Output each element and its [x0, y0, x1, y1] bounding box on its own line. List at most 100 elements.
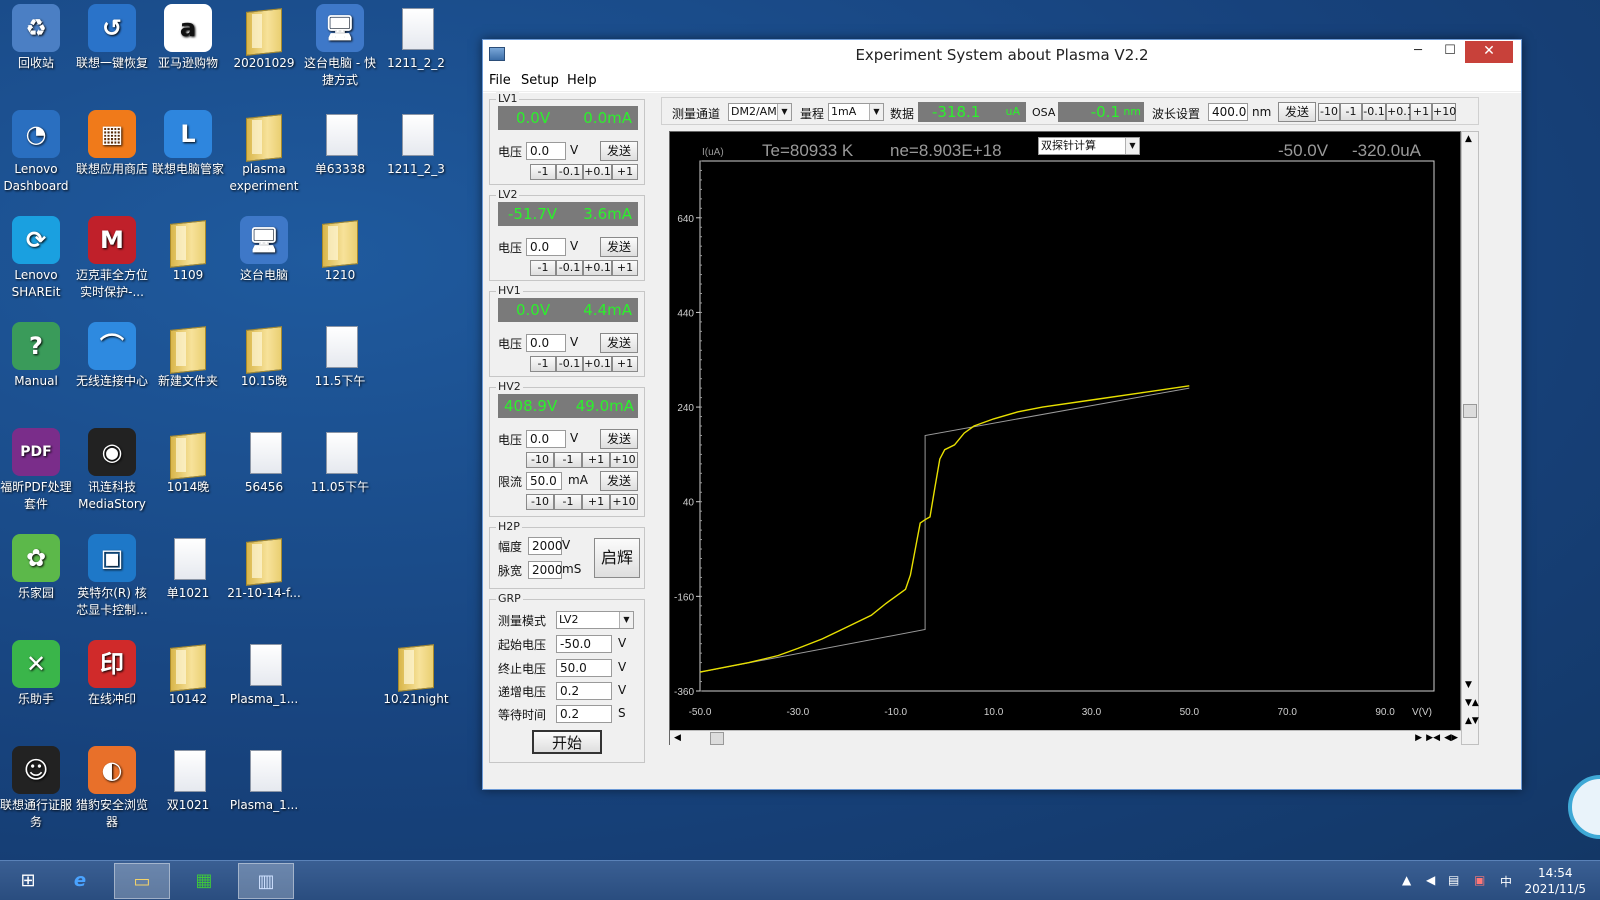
wl-step-minus01[interactable]: -0.1 [1362, 103, 1386, 121]
hv2-limit-step-plus1[interactable]: +1 [582, 494, 610, 510]
hv2-limit-step-plus10[interactable]: +10 [610, 494, 638, 510]
desktop-icon[interactable]: M 迈克菲全方位实时保护-... [74, 216, 150, 301]
start-scan-button[interactable]: 开始 [532, 730, 602, 754]
maximize-button[interactable]: ☐ [1435, 41, 1465, 63]
internet-explorer-icon[interactable]: e [52, 863, 108, 899]
desktop-icon[interactable]: ✕ 乐助手 [0, 640, 74, 708]
zoom-in-icon[interactable]: ▶◀ [1426, 733, 1440, 743]
scroll-up-icon[interactable]: ▲ [1465, 134, 1472, 144]
range-select[interactable]: 1mA ▼ [828, 103, 884, 121]
scroll-right-icon[interactable]: ▶ [1415, 733, 1422, 743]
desktop-icon[interactable]: 1211_2_3 [378, 110, 454, 178]
channel-select[interactable]: DM2/AM ▼ [728, 103, 792, 121]
title-bar[interactable]: Experiment System about Plasma V2.2 ─ ☐ … [483, 40, 1521, 70]
lv2-step-minus01[interactable]: -0.1 [556, 260, 583, 276]
desktop-icon[interactable]: 单1021 [150, 534, 226, 602]
wl-step-minus10[interactable]: -10 [1318, 103, 1340, 121]
wl-step-plus01[interactable]: +0.1 [1386, 103, 1414, 121]
hv2-step-minus10[interactable]: -10 [526, 452, 554, 468]
lv1-step-plus01[interactable]: +0.1 [583, 164, 612, 180]
lv2-step-minus1[interactable]: -1 [530, 260, 556, 276]
lv1-send-button[interactable]: 发送 [600, 141, 638, 161]
ignite-button[interactable]: 启辉 [594, 538, 640, 578]
desktop-icon[interactable]: 1014晚 [150, 428, 226, 496]
desktop-icon[interactable]: 10.15晚 [226, 322, 302, 390]
desktop-icon[interactable]: L 联想电脑管家 [150, 110, 226, 178]
desktop-icon[interactable]: ↺ 联想一键恢复 [74, 4, 150, 72]
hv2-limit-send-button[interactable]: 发送 [600, 471, 638, 491]
store-icon[interactable]: ▦ [176, 863, 232, 899]
security-icon[interactable]: ▣ [1474, 873, 1485, 887]
horizontal-scrollbar[interactable]: ◀ ▶ ▶◀ ◀▶ [670, 730, 1462, 746]
desktop-icon[interactable]: Plasma_1... [226, 746, 302, 814]
wl-step-plus10[interactable]: +10 [1432, 103, 1456, 121]
desktop-icon[interactable]: 🖥 这台电脑 [226, 216, 302, 284]
desktop-icon[interactable]: plasma experiment [226, 110, 302, 195]
vscroll-thumb[interactable] [1463, 404, 1477, 418]
desktop-icon[interactable]: Plasma_1... [226, 640, 302, 708]
desktop-icon[interactable]: 21-10-14-f... [226, 534, 302, 602]
vertical-scrollbar[interactable]: ▲ ▼ ▼▲ ▲▼ [1461, 131, 1479, 745]
lv2-voltage-input[interactable]: 0.0 [526, 238, 566, 256]
plasma-app-taskbar-icon[interactable]: ▥ [238, 863, 294, 899]
lv1-step-minus01[interactable]: -0.1 [556, 164, 583, 180]
lv2-send-button[interactable]: 发送 [600, 237, 638, 257]
windows-start-icon[interactable]: ⊞ [0, 863, 56, 899]
hv1-step-minus1[interactable]: -1 [530, 356, 556, 372]
desktop-icon[interactable]: 1211_2_2 [378, 4, 454, 72]
desktop-icon[interactable]: ◐ 猎豹安全浏览器 [74, 746, 150, 831]
hv1-send-button[interactable]: 发送 [600, 333, 638, 353]
input-method-indicator[interactable]: 中 [1500, 873, 1512, 890]
desktop-icon[interactable]: 20201029 [226, 4, 302, 72]
desktop-icon[interactable]: ▦ 联想应用商店 [74, 110, 150, 178]
desktop-icon[interactable]: ⟳ Lenovo SHAREit [0, 216, 74, 301]
desktop-icon[interactable]: 11.05下午 [302, 428, 378, 496]
measure-mode-select[interactable]: LV2 ▼ [556, 611, 634, 629]
desktop-icon[interactable]: 11.5下午 [302, 322, 378, 390]
desktop-icon[interactable]: ▣ 英特尔(R) 核芯显卡控制... [74, 534, 150, 619]
desktop-icon[interactable]: ✿ 乐家园 [0, 534, 74, 602]
lv2-step-plus01[interactable]: +0.1 [583, 260, 612, 276]
menu-setup[interactable]: Setup [521, 73, 559, 88]
hv1-step-plus01[interactable]: +0.1 [583, 356, 612, 372]
close-button[interactable]: ✕ [1465, 41, 1513, 63]
start-voltage-input[interactable]: -50.0 [556, 635, 612, 653]
lv1-step-plus1[interactable]: +1 [612, 164, 638, 180]
wavelength-send-button[interactable]: 发送 [1278, 102, 1316, 122]
desktop-icon[interactable]: ♻ 回收站 [0, 4, 74, 72]
desktop-icon[interactable]: ⌒ 无线连接中心 [74, 322, 150, 390]
desktop-icon[interactable]: PDF 福昕PDF处理套件 [0, 428, 74, 513]
lv1-step-minus1[interactable]: -1 [530, 164, 556, 180]
desktop-icon[interactable]: 双1021 [150, 746, 226, 814]
volume-icon[interactable]: ◀ [1426, 873, 1435, 887]
desktop-icon[interactable]: ◔ Lenovo Dashboard [0, 110, 74, 195]
desktop-icon[interactable]: ☺ 联想通行证服务 [0, 746, 74, 831]
wavelength-input[interactable]: 400.0 [1208, 103, 1248, 121]
lv1-voltage-input[interactable]: 0.0 [526, 142, 566, 160]
scroll-thumb[interactable] [710, 732, 724, 745]
menu-file[interactable]: File [489, 73, 511, 88]
h2p-width-input[interactable]: 2000 [528, 561, 563, 579]
hv2-step-minus1[interactable]: -1 [554, 452, 582, 468]
desktop-icon[interactable]: 印在线冲印 [74, 640, 150, 708]
wait-time-input[interactable]: 0.2 [556, 705, 612, 723]
lv2-step-plus1[interactable]: +1 [612, 260, 638, 276]
desktop-icon[interactable]: 单63338 [302, 110, 378, 178]
file-explorer-icon[interactable]: ▭ [114, 863, 170, 899]
minimize-button[interactable]: ─ [1403, 41, 1433, 63]
desktop-icon[interactable]: 10.21night [378, 640, 454, 708]
hv2-voltage-input[interactable]: 0.0 [526, 430, 566, 448]
desktop-icon[interactable]: 🖥 这台电脑 - 快捷方式 [302, 4, 378, 89]
hv2-limit-input[interactable]: 50.0 [526, 472, 562, 490]
zoom-y-out-icon[interactable]: ▲▼ [1465, 716, 1479, 726]
clock[interactable]: 14:54 2021/11/5 [1524, 865, 1586, 897]
desktop-icon[interactable]: ◉ 讯连科技 MediaStory [74, 428, 150, 513]
scroll-left-icon[interactable]: ◀ [674, 733, 681, 743]
step-voltage-input[interactable]: 0.2 [556, 682, 612, 700]
zoom-out-icon[interactable]: ◀▶ [1444, 733, 1458, 743]
end-voltage-input[interactable]: 50.0 [556, 659, 612, 677]
menu-help[interactable]: Help [567, 73, 597, 88]
hv2-step-plus1[interactable]: +1 [582, 452, 610, 468]
calc-method-select[interactable]: 双探针计算 ▼ [1038, 137, 1140, 155]
desktop-icon[interactable]: 1109 [150, 216, 226, 284]
